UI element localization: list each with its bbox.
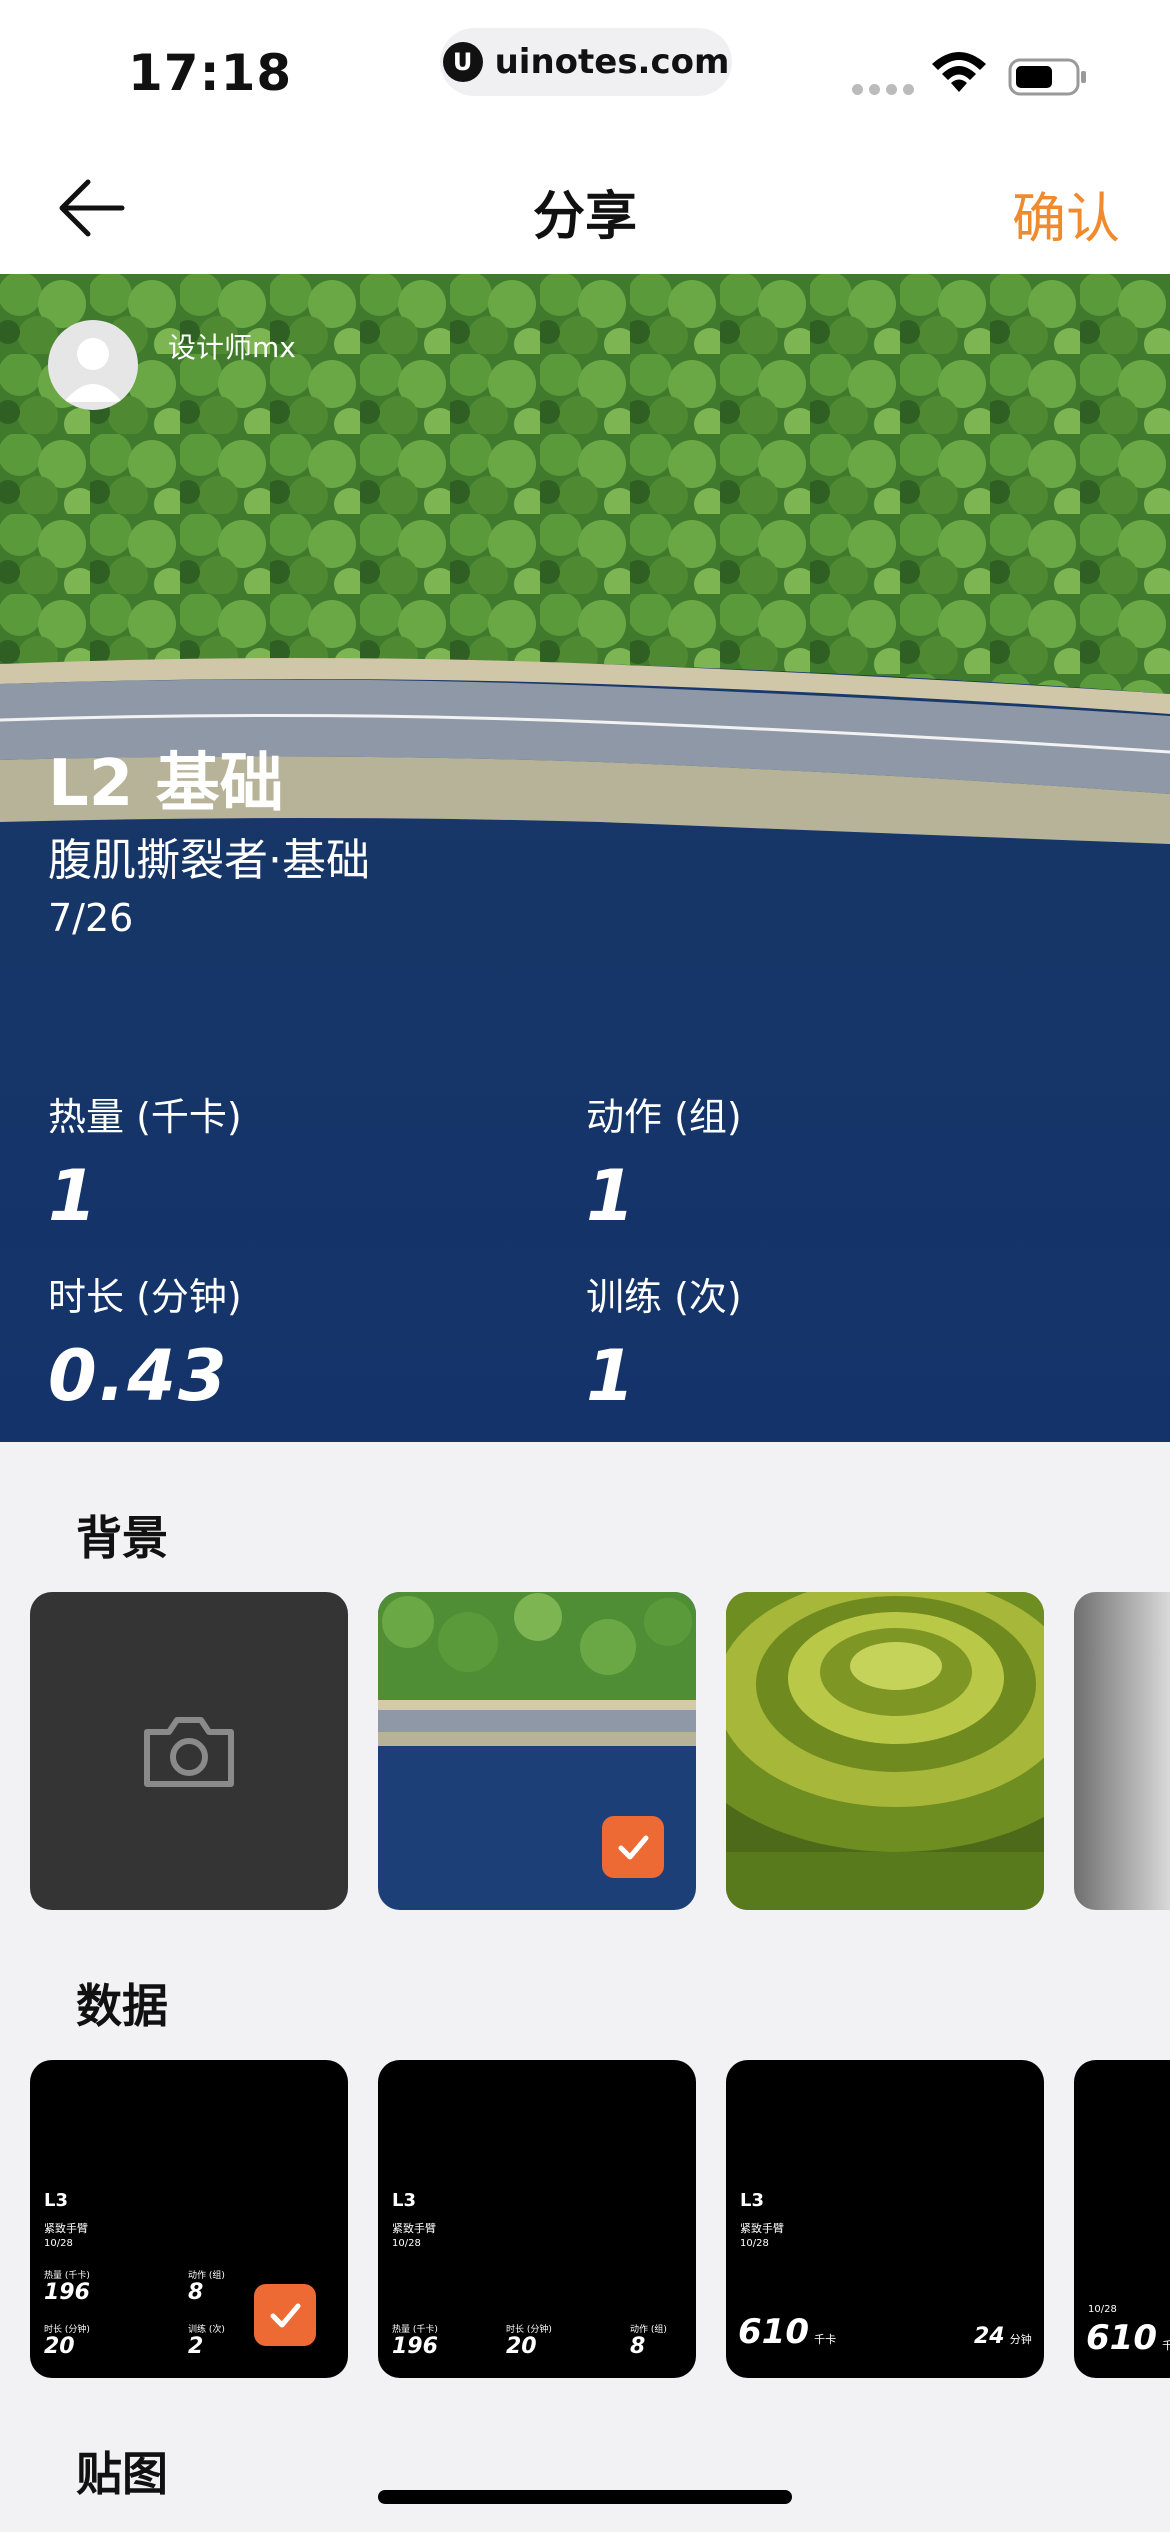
- page-title: 分享: [532, 187, 637, 247]
- mini-level: L3: [392, 2190, 416, 2211]
- mini-small-unit: 分钟: [1009, 2333, 1032, 2346]
- sticker-section-title: 贴图: [76, 2447, 168, 2501]
- data-style-option-2[interactable]: L3 紧致手臂 10/28 热量 (千卡) 196 时长 (分钟) 20 动作 …: [378, 2060, 696, 2378]
- site-logo-icon: U: [442, 42, 483, 82]
- stat-label: 训练 (次): [586, 1275, 742, 1319]
- rice-terraces-thumbnail: [726, 1592, 1044, 1910]
- mini-level: L3: [44, 2190, 68, 2211]
- avatar: [48, 320, 138, 410]
- mini-big-value: 610: [738, 2312, 809, 2352]
- mini-course-name: 紧致手臂: [740, 2222, 784, 2235]
- stat-label: 动作 (组): [586, 1095, 742, 1139]
- mini-course-name: 紧致手臂: [44, 2222, 88, 2235]
- share-card-preview: 设计师mx L2 基础 腹肌撕裂者·基础 7/26 热量 (千卡) 1 动作 (…: [0, 274, 1170, 1442]
- mini-stat-value: 8: [188, 2280, 204, 2305]
- home-indicator: [378, 2490, 792, 2504]
- mini-stat-value: 2: [188, 2334, 204, 2359]
- mini-stat-value: 196: [392, 2334, 438, 2359]
- status-bar: 17:18 U uinotes.com: [0, 0, 1170, 140]
- mini-level: L3: [740, 2190, 764, 2211]
- data-style-option-4[interactable]: 10/28 610 千: [1074, 2060, 1170, 2378]
- url-pill[interactable]: U uinotes.com: [440, 28, 732, 96]
- stat-value: 0.43: [48, 1335, 229, 1417]
- mini-big-value: 610: [1086, 2318, 1157, 2358]
- selected-check-icon: [602, 1816, 664, 1878]
- course-name: 腹肌撕裂者·基础: [48, 835, 370, 886]
- mini-date: 10/28: [740, 2238, 769, 2249]
- battery-icon: [1008, 58, 1086, 96]
- background-option-rice-terraces[interactable]: [726, 1592, 1044, 1910]
- mini-big-unit: 千卡: [814, 2333, 837, 2346]
- stat-label: 时长 (分钟): [48, 1275, 242, 1319]
- selected-check-icon: [254, 2284, 316, 2346]
- stat-calories: 热量 (千卡) 1: [48, 1086, 242, 1237]
- data-style-option-3[interactable]: L3 紧致手臂 10/28 610 千卡 24 分钟: [726, 2060, 1044, 2378]
- mini-stat-value: 20: [506, 2334, 537, 2359]
- wifi-icon: [932, 52, 986, 92]
- mini-small-value: 24: [974, 2324, 1005, 2349]
- mini-big-stat: 610 千: [1086, 2318, 1170, 2358]
- mini-big-stat: 610 千卡: [738, 2312, 836, 2352]
- mini-small-stat: 24 分钟: [974, 2324, 1032, 2349]
- url-text: uinotes.com: [494, 42, 730, 82]
- mini-date: 10/28: [44, 2238, 73, 2249]
- background-section-title: 背景: [76, 1511, 168, 1565]
- mini-stat-value: 8: [630, 2334, 646, 2359]
- signal-dots-icon: [852, 84, 914, 95]
- stat-label: 热量 (千卡): [48, 1095, 242, 1139]
- confirm-button[interactable]: 确认: [1012, 174, 1120, 253]
- data-style-option-1[interactable]: L3 紧致手臂 10/28 热量 (千卡) 196 动作 (组) 8 时长 (分…: [30, 2060, 348, 2378]
- stat-actions: 动作 (组) 1: [586, 1086, 742, 1237]
- gray-thumbnail: [1074, 1592, 1170, 1910]
- camera-upload-button[interactable]: [30, 1592, 348, 1910]
- level-title: L2 基础: [48, 747, 284, 821]
- nav-bar: 分享 确认: [0, 140, 1170, 274]
- background-option-gray[interactable]: [1074, 1592, 1170, 1910]
- stat-value: 1: [586, 1335, 637, 1417]
- mini-course-name: 紧致手臂: [392, 2222, 436, 2235]
- status-time: 17:18: [128, 44, 293, 102]
- mini-stat-value: 20: [44, 2334, 75, 2359]
- username: 设计师mx: [168, 331, 296, 364]
- background-option-road-lake[interactable]: [378, 1592, 696, 1910]
- stat-duration: 时长 (分钟) 0.43: [48, 1266, 242, 1417]
- stat-value: 1: [48, 1155, 99, 1237]
- mini-big-unit: 千: [1162, 2339, 1170, 2352]
- mini-date: 10/28: [392, 2238, 421, 2249]
- course-date: 7/26: [48, 896, 134, 940]
- stat-trainings: 训练 (次) 1: [586, 1266, 742, 1417]
- camera-icon: [144, 1717, 234, 1787]
- stat-value: 1: [586, 1155, 637, 1237]
- data-section-title: 数据: [76, 1979, 168, 2033]
- mini-date: 10/28: [1088, 2304, 1117, 2315]
- mini-stat-value: 196: [44, 2280, 90, 2305]
